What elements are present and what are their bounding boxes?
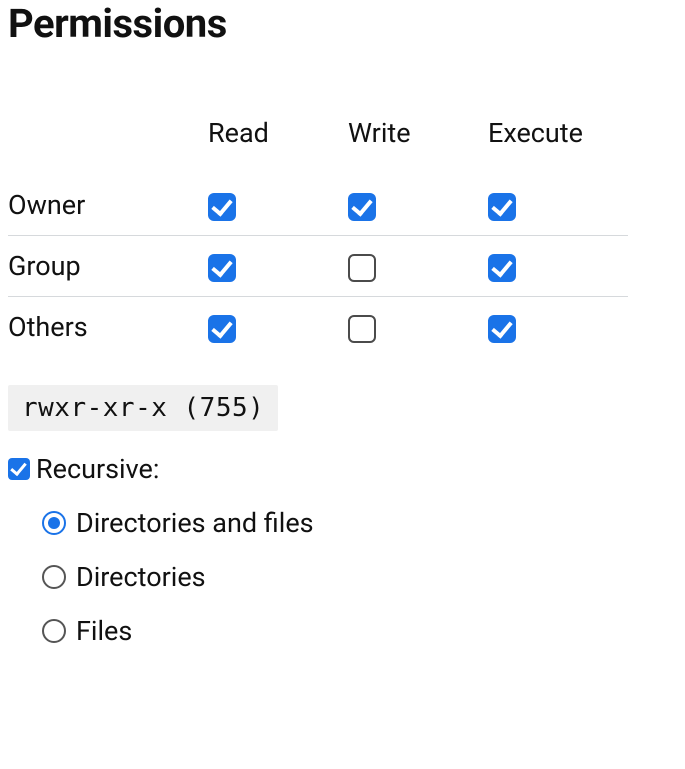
recursive-checkbox[interactable] bbox=[8, 458, 30, 480]
row-label-owner: Owner bbox=[8, 175, 208, 236]
recurse-radio-label: Directories bbox=[76, 561, 206, 593]
mode-string: rwxr-xr-x (755) bbox=[8, 385, 278, 431]
recurse-radio-label: Files bbox=[76, 615, 132, 647]
perm-others-read[interactable] bbox=[208, 315, 236, 343]
perm-group-read[interactable] bbox=[208, 254, 236, 282]
recurse-radio-directories[interactable] bbox=[42, 565, 66, 589]
perm-owner-read[interactable] bbox=[208, 193, 236, 221]
row-label-others: Others bbox=[8, 297, 208, 358]
col-head-read: Read bbox=[208, 103, 348, 175]
recurse-radio-label: Directories and files bbox=[76, 507, 314, 539]
col-head-execute: Execute bbox=[488, 103, 628, 175]
perm-others-write[interactable] bbox=[348, 315, 376, 343]
row-label-group: Group bbox=[8, 236, 208, 297]
page-title: Permissions bbox=[8, 0, 677, 47]
recurse-radio-group: Directories and files Directories Files bbox=[42, 507, 677, 647]
perm-others-execute[interactable] bbox=[488, 315, 516, 343]
table-corner bbox=[8, 103, 208, 175]
recurse-radio-files[interactable] bbox=[42, 619, 66, 643]
col-head-write: Write bbox=[348, 103, 488, 175]
table-row: Others bbox=[8, 297, 628, 358]
perm-owner-execute[interactable] bbox=[488, 193, 516, 221]
perm-group-write[interactable] bbox=[348, 254, 376, 282]
perm-owner-write[interactable] bbox=[348, 193, 376, 221]
permissions-table: Read Write Execute Owner Group Others bbox=[8, 103, 628, 357]
table-row: Group bbox=[8, 236, 628, 297]
table-row: Owner bbox=[8, 175, 628, 236]
recursive-label: Recursive: bbox=[36, 453, 159, 485]
perm-group-execute[interactable] bbox=[488, 254, 516, 282]
recurse-radio-dirs-and-files[interactable] bbox=[42, 511, 66, 535]
